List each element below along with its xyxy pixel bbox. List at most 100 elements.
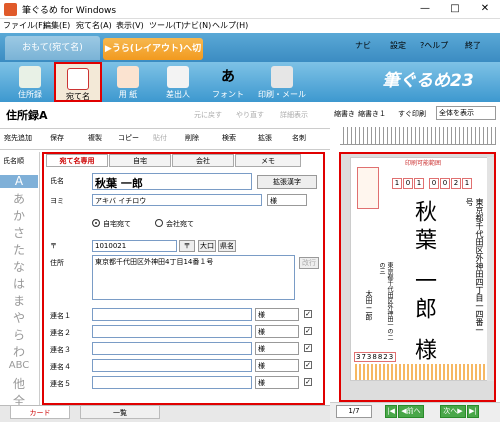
tab-front[interactable]: おもて(宛て名) (5, 36, 100, 60)
home-radio[interactable] (92, 219, 100, 227)
shrink-label[interactable]: 縮書き (334, 109, 355, 119)
tool-address-name[interactable]: 宛て名 (54, 62, 102, 102)
zip-digit: 1 (392, 178, 402, 189)
address-input[interactable]: 東京都千代田区外神田4丁目14番１号 (92, 255, 295, 300)
joint-input-4[interactable] (92, 359, 252, 372)
paste-button[interactable]: 貼付 (153, 133, 167, 143)
help-link[interactable]: ?ヘルプ (420, 40, 448, 51)
preview-recipient-name: 秋葉 一郎 様 (411, 200, 436, 366)
save-button[interactable]: 保存 (50, 133, 64, 143)
kana-a-latin[interactable]: A (0, 175, 38, 188)
joint-honorific-4[interactable]: 様 (255, 359, 299, 372)
first-page-button[interactable]: |◀ (385, 405, 397, 418)
joint-checkbox-5[interactable]: ✓ (304, 378, 312, 386)
menu-bar: ファイル(F) 編集(E) 宛て名(A) 表示(V) ツール(T) ナビ(N) … (0, 19, 500, 33)
tab-company[interactable]: 会社 (172, 154, 234, 167)
printer-icon (271, 66, 293, 88)
zip-input[interactable]: 1010021 (92, 240, 177, 252)
company-radio[interactable] (155, 219, 163, 227)
kana-a[interactable]: あ (0, 190, 38, 207)
kana-ta[interactable]: た (0, 241, 38, 258)
tab-home[interactable]: 自宅 (109, 154, 171, 167)
redo-button[interactable]: やり直す (236, 110, 264, 120)
last-page-button[interactable]: ▶| (467, 405, 479, 418)
title-bar: 筆ぐるめ for Windows — □ ✕ (0, 0, 500, 19)
joint-input-5[interactable] (92, 376, 252, 389)
extend-button[interactable]: 拡張 (258, 133, 272, 143)
menu-view[interactable]: 表示(V) (116, 20, 144, 31)
menu-address[interactable]: 宛て名(A) (76, 20, 112, 31)
joint-checkbox-1[interactable]: ✓ (304, 310, 312, 318)
close-button[interactable]: ✕ (470, 0, 500, 19)
quick-print-button[interactable]: すぐ印刷 (398, 109, 426, 119)
newline-button[interactable]: 改行 (299, 257, 319, 269)
yomi-input[interactable]: アキバ イチロウ (92, 194, 262, 206)
large-office-button[interactable]: 大口 (198, 240, 216, 252)
joint-input-2[interactable] (92, 325, 252, 338)
tool-font[interactable]: あフォント (204, 62, 252, 102)
postcard-icon (67, 68, 89, 90)
tab-back-switch[interactable]: ▶うら(レイアウト)へ切替 (103, 38, 203, 76)
zip-digit: 1 (414, 178, 424, 189)
tab-card-view[interactable]: カード (10, 405, 70, 419)
joint-checkbox-2[interactable]: ✓ (304, 327, 312, 335)
kana-ha[interactable]: は (0, 275, 38, 292)
menu-tools[interactable]: ツール(T) (149, 20, 184, 31)
tool-print-mail[interactable]: 印刷・メール (254, 62, 310, 102)
tab-address-only[interactable]: 宛て名専用 (46, 154, 108, 167)
kana-sa[interactable]: さ (0, 224, 38, 241)
add-record-button[interactable]: 宛先追加 (4, 133, 32, 143)
prefecture-button[interactable]: 県名 (218, 240, 236, 252)
copy-button[interactable]: コピー (118, 133, 139, 143)
name-input[interactable]: 秋葉 一郎 (92, 173, 252, 190)
preview-scrollbar[interactable] (487, 157, 494, 381)
kana-na[interactable]: な (0, 258, 38, 275)
joint-honorific-5[interactable]: 様 (255, 376, 299, 389)
menu-navi[interactable]: ナビ(N) (183, 20, 211, 31)
addressbook-icon (19, 66, 41, 88)
delete-button[interactable]: 削除 (185, 133, 199, 143)
kana-ra[interactable]: ら (0, 326, 38, 343)
joint-checkbox-4[interactable]: ✓ (304, 361, 312, 369)
joint-input-3[interactable] (92, 342, 252, 355)
tab-list-view[interactable]: 一覧 (80, 405, 160, 419)
page-indicator: 1/7 (336, 405, 372, 418)
extend-kanji-button[interactable]: 拡張漢字 (257, 175, 317, 189)
tool-sender[interactable]: 差出人 (154, 62, 202, 102)
undo-button[interactable]: 元に戻す (194, 110, 222, 120)
shrink-1-label[interactable]: 縮書き１ (358, 109, 386, 119)
kana-ya[interactable]: や (0, 309, 38, 326)
menu-edit[interactable]: 編集(E) (43, 20, 70, 31)
menu-file[interactable]: ファイル(F) (3, 20, 46, 31)
kana-ma[interactable]: ま (0, 292, 38, 309)
prev-button[interactable]: ◀前へ (398, 405, 424, 418)
joint-honorific-2[interactable]: 様 (255, 325, 299, 338)
detail-view-button[interactable]: 詳細表示 (280, 110, 308, 120)
tool-addressbook[interactable]: 住所録 (6, 62, 54, 102)
joint-input-1[interactable] (92, 308, 252, 321)
search-button[interactable]: 検索 (222, 133, 236, 143)
minimize-button[interactable]: — (410, 0, 440, 19)
business-card-button[interactable]: 名刺 (292, 133, 306, 143)
honorific-select[interactable]: 様 (267, 194, 307, 206)
kana-other[interactable]: 他 (0, 375, 38, 392)
menu-help[interactable]: ヘルプ(H) (212, 20, 248, 31)
joint-honorific-1[interactable]: 様 (255, 308, 299, 321)
kana-wa[interactable]: わ (0, 343, 38, 360)
zip-lookup-button[interactable]: 〒 (179, 240, 195, 252)
joint-checkbox-3[interactable]: ✓ (304, 344, 312, 352)
navi-link[interactable]: ナビ (355, 40, 371, 51)
kana-abc[interactable]: ABC (0, 360, 38, 371)
duplicate-button[interactable]: 複製 (88, 133, 102, 143)
view-select[interactable]: 全体を表示 (436, 106, 496, 120)
tab-memo[interactable]: メモ (235, 154, 301, 167)
joint-honorific-3[interactable]: 様 (255, 342, 299, 355)
sort-dropdown[interactable]: 氏名順 (3, 156, 24, 166)
next-button[interactable]: 次へ▶ (440, 405, 466, 418)
kana-ka[interactable]: か (0, 207, 38, 224)
exit-link[interactable]: 終了 (465, 40, 481, 51)
settings-link[interactable]: 設定 (390, 40, 406, 51)
tool-paper[interactable]: 用 紙 (104, 62, 152, 102)
maximize-button[interactable]: □ (440, 0, 470, 19)
joint-label-1: 連名１ (50, 312, 71, 320)
